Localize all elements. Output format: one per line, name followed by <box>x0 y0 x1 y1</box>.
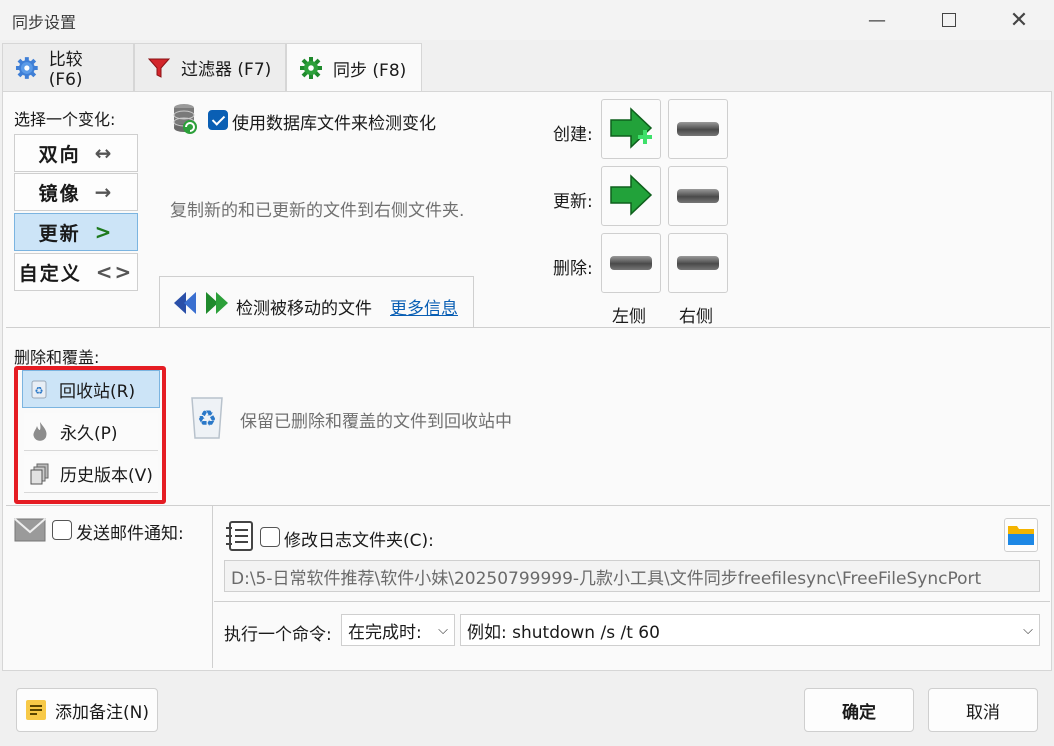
database-icon <box>172 102 200 136</box>
title-bar: 同步设置 — ✕ <box>0 0 1054 40</box>
variant-label: 自定义 <box>19 259 82 286</box>
chevron-right-icon: > <box>95 220 114 244</box>
update-right-button[interactable] <box>668 166 728 226</box>
log-folder-path-input[interactable]: D:\5-日常软件推荐\软件小妹\20250799999-几款小工具\文件同步f… <box>224 560 1040 592</box>
vertical-divider <box>212 506 213 668</box>
update-label: 更新: <box>553 187 593 212</box>
delete-left-button[interactable] <box>601 233 661 293</box>
variant-mirror-button[interactable]: 镜像 → <box>14 173 138 211</box>
tab-sync-label: 同步 (F8) <box>333 56 406 81</box>
variant-label: 更新 <box>39 219 81 246</box>
green-arrow-plus-icon <box>607 106 655 152</box>
email-label: 发送邮件通知: <box>76 519 184 544</box>
command-placeholder: 例如: shutdown /s /t 60 <box>467 618 660 643</box>
recycle-bin-icon: ♻ <box>188 394 226 440</box>
command-input[interactable]: 例如: shutdown /s /t 60 ⌵ <box>460 614 1040 646</box>
gear-icon <box>15 56 39 80</box>
variant-description: 复制新的和已更新的文件到右侧文件夹. <box>170 196 464 221</box>
add-note-label: 添加备注(N) <box>55 698 149 723</box>
tab-sync[interactable]: 同步 (F8) <box>286 43 422 92</box>
delete-right-button[interactable] <box>668 233 728 293</box>
ok-button[interactable]: 确定 <box>804 688 914 732</box>
log-folder-path: D:\5-日常软件推荐\软件小妹\20250799999-几款小工具\文件同步f… <box>231 564 981 589</box>
update-left-button[interactable] <box>601 166 661 226</box>
create-label: 创建: <box>553 120 593 145</box>
right-arrow-icon: → <box>95 180 114 204</box>
log-folder-checkbox[interactable] <box>260 527 280 547</box>
variant-heading: 选择一个变化: <box>14 106 115 130</box>
email-checkbox[interactable] <box>52 520 72 540</box>
custom-arrows-icon: <> <box>96 260 134 284</box>
tab-compare-label: 比较 (F6) <box>49 45 121 90</box>
left-side-label: 左侧 <box>612 302 646 327</box>
use-database-checkbox[interactable] <box>208 110 228 130</box>
gear-icon <box>299 56 323 80</box>
tab-filter[interactable]: 过滤器 (F7) <box>134 43 286 91</box>
maximize-button[interactable] <box>926 0 972 40</box>
variant-label: 镜像 <box>39 179 81 206</box>
filter-funnel-icon <box>147 56 171 80</box>
variant-custom-button[interactable]: 自定义 <> <box>14 253 138 291</box>
no-action-icon <box>610 256 652 270</box>
tab-filter-label: 过滤器 (F7) <box>181 55 271 80</box>
close-button[interactable]: ✕ <box>996 0 1042 40</box>
minimize-button[interactable]: — <box>854 0 900 40</box>
create-left-button[interactable] <box>601 99 661 159</box>
create-right-button[interactable] <box>668 99 728 159</box>
folder-icon <box>1007 523 1035 547</box>
section-divider <box>6 327 1050 328</box>
no-action-icon <box>677 256 719 270</box>
command-label: 执行一个命令: <box>224 620 332 645</box>
cancel-button[interactable]: 取消 <box>928 688 1038 732</box>
log-folder-label: 修改日志文件夹(C): <box>284 526 434 551</box>
section-divider <box>6 505 1050 506</box>
add-note-button[interactable]: 添加备注(N) <box>16 688 158 732</box>
chevron-down-icon: ⌵ <box>438 623 448 638</box>
window-title: 同步设置 <box>12 9 76 33</box>
no-action-icon <box>677 189 719 203</box>
command-when-select[interactable]: 在完成时: ⌵ <box>341 614 455 646</box>
right-side-label: 右侧 <box>679 302 713 327</box>
sticky-note-icon <box>25 699 47 721</box>
use-database-label: 使用数据库文件来检测变化 <box>232 109 436 134</box>
green-arrow-icon <box>607 173 655 219</box>
tab-compare[interactable]: 比较 (F6) <box>2 43 134 91</box>
variant-update-button[interactable]: 更新 > <box>14 213 138 251</box>
ok-label: 确定 <box>842 698 876 723</box>
variant-two-way-button[interactable]: 双向 ↔ <box>14 134 138 172</box>
detect-moved-label: 检测被移动的文件 <box>236 294 372 319</box>
cancel-label: 取消 <box>966 698 1000 723</box>
section-divider <box>214 601 1050 602</box>
command-when-value: 在完成时: <box>348 618 422 643</box>
more-info-link[interactable]: 更多信息 <box>390 294 458 319</box>
svg-text:♻: ♻ <box>197 407 217 432</box>
no-action-icon <box>677 122 719 136</box>
deletion-description: 保留已删除和覆盖的文件到回收站中 <box>240 407 512 432</box>
two-way-arrow-icon: ↔ <box>95 141 114 165</box>
move-arrows-icon <box>172 290 230 316</box>
browse-folder-button[interactable] <box>1004 518 1038 552</box>
variant-label: 双向 <box>39 140 81 167</box>
delete-label: 删除: <box>553 254 593 279</box>
chevron-down-icon: ⌵ <box>1023 623 1033 638</box>
highlight-box <box>14 366 166 504</box>
envelope-icon <box>14 518 46 542</box>
deletion-heading: 删除和覆盖: <box>14 344 99 368</box>
log-notebook-icon <box>224 520 254 552</box>
